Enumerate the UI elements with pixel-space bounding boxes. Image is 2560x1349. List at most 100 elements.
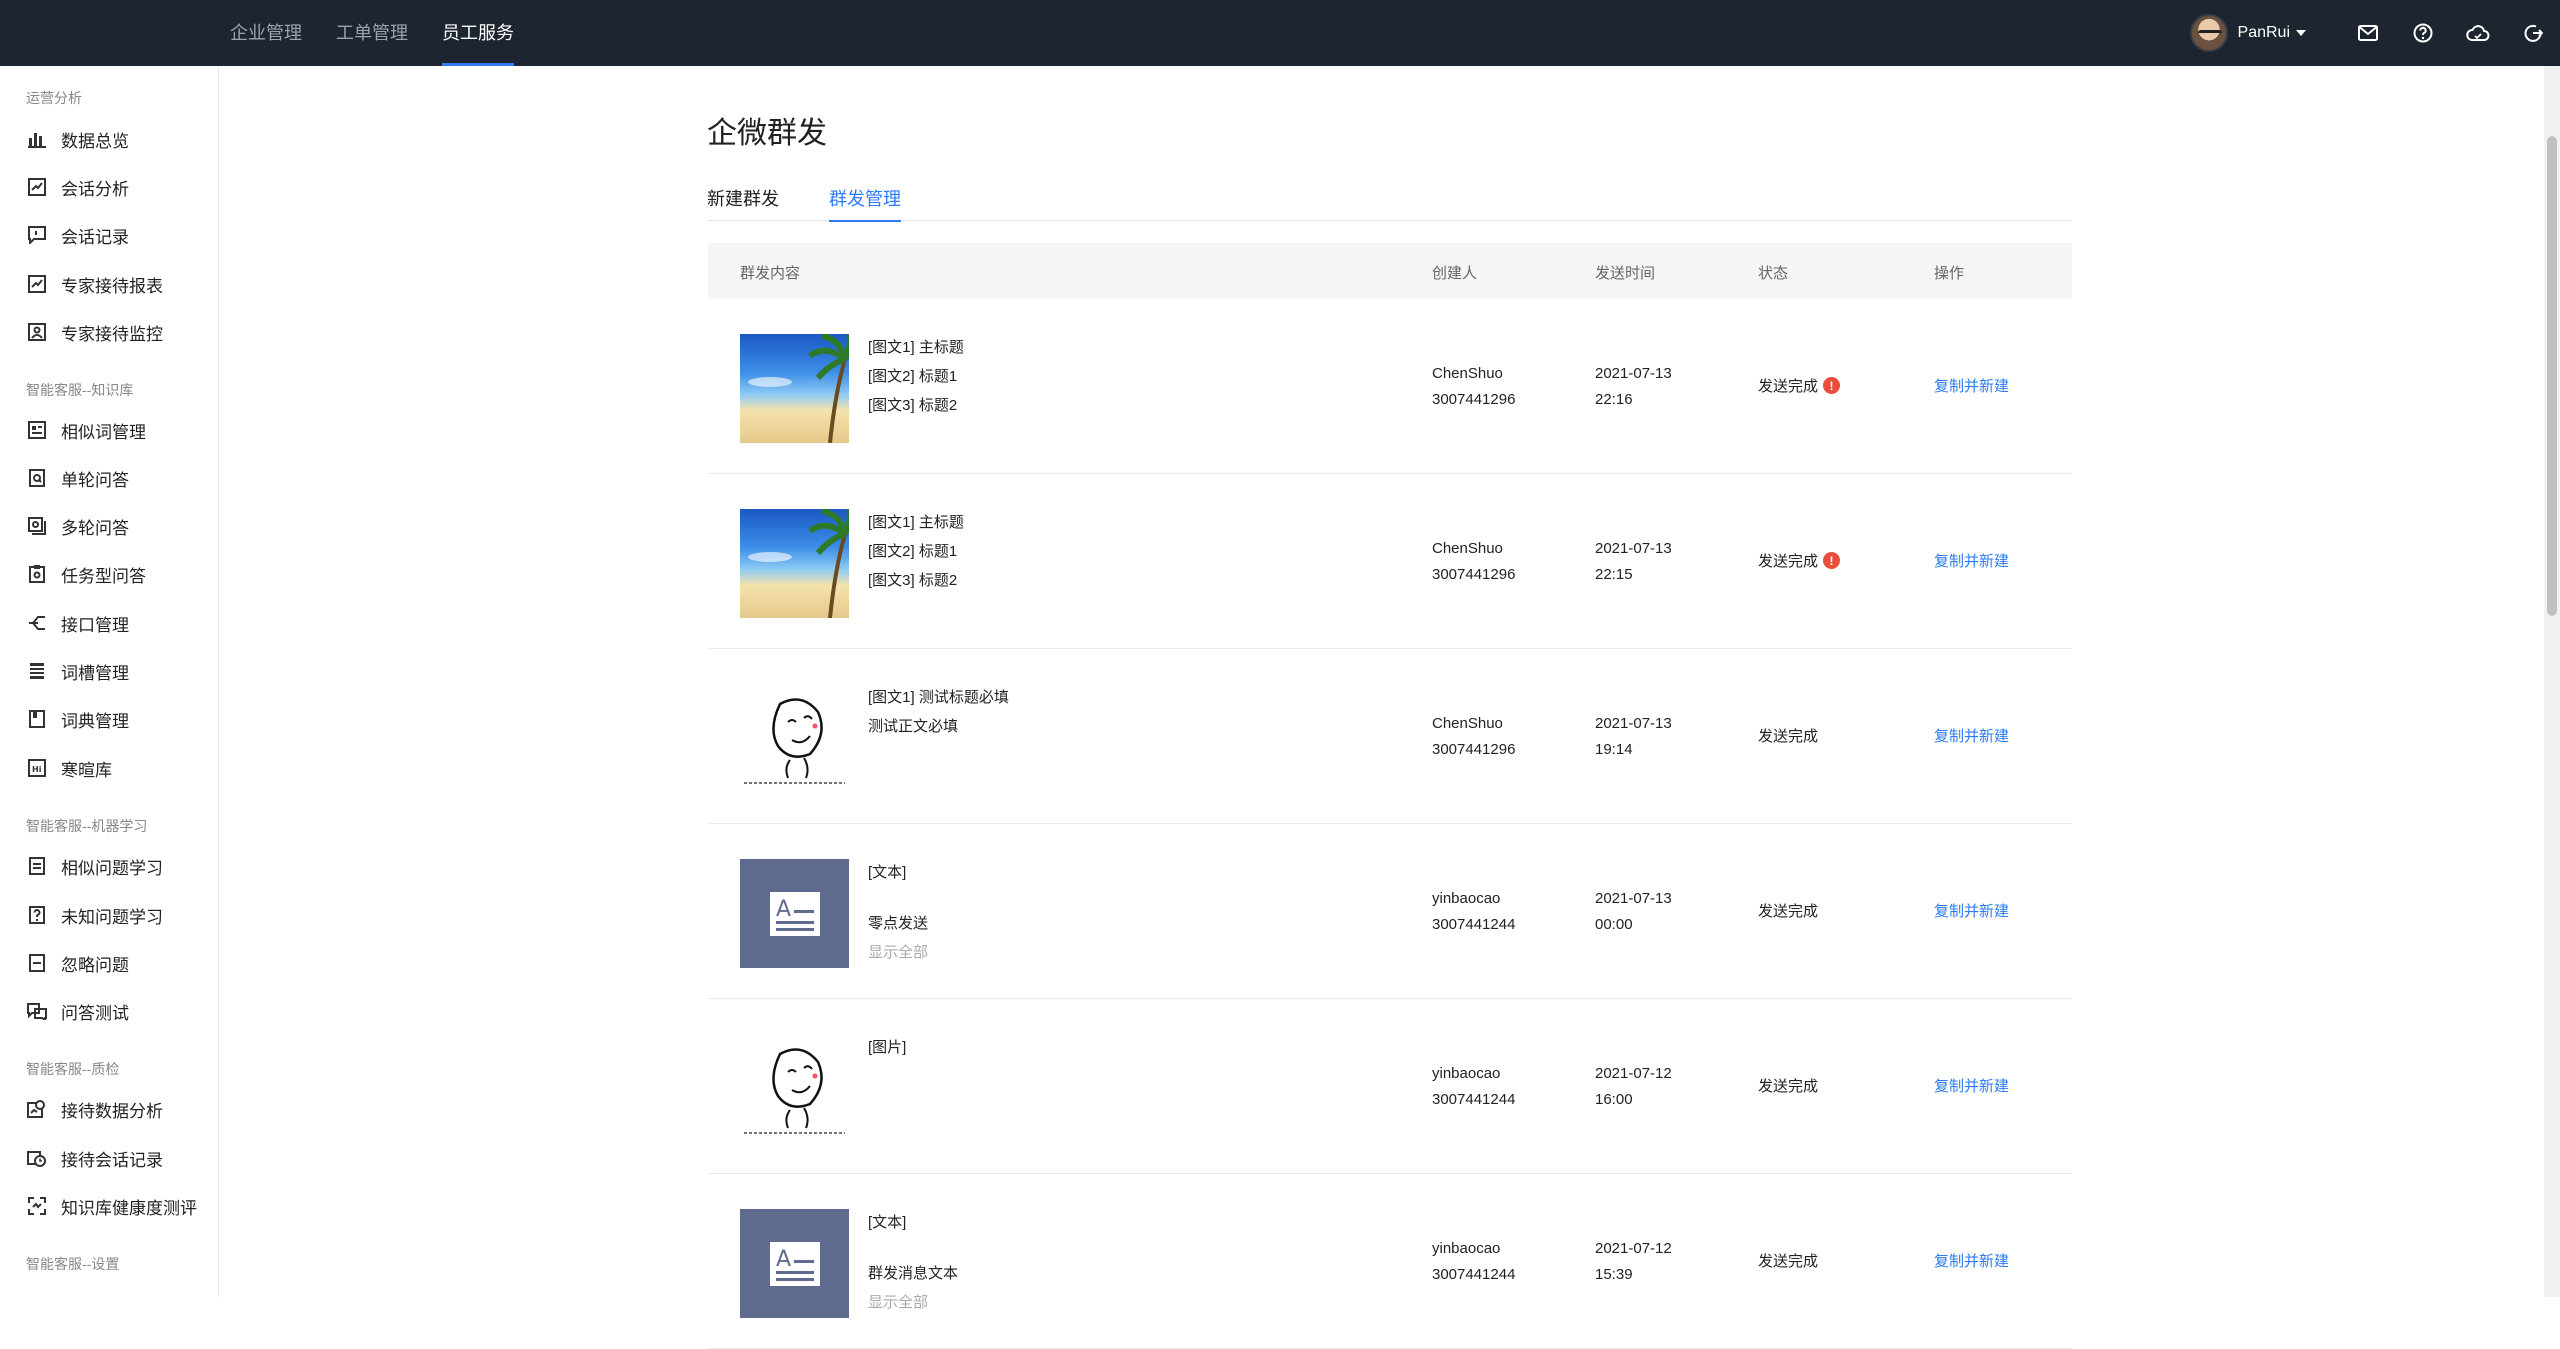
send-time: 22:16 xyxy=(1595,391,1633,408)
sidebar-item-qa-test[interactable]: 问答测试 xyxy=(0,991,218,1031)
top-right: PanRui xyxy=(2189,0,2560,66)
chevron-down-icon xyxy=(2296,30,2306,36)
tab-mass-send-management[interactable]: 群发管理 xyxy=(829,185,901,222)
creator-id: 3007441296 xyxy=(1432,391,1516,408)
copy-and-new-link[interactable]: 复制并新建 xyxy=(1934,375,2009,396)
copy-and-new-link[interactable]: 复制并新建 xyxy=(1934,900,2009,921)
sidebar-item-single-qa[interactable]: 单轮问答 xyxy=(0,458,218,498)
sidebar-item-similar-learning[interactable]: 相似问题学习 xyxy=(0,846,218,886)
sidebar-item-multi-qa[interactable]: 多轮问答 xyxy=(0,506,218,546)
status-text: 发送完成 xyxy=(1758,378,1819,395)
question-icon xyxy=(27,905,47,925)
sidebar-item-label: 接口管理 xyxy=(61,615,129,635)
creator-cell: yinbaocao 3007441244 xyxy=(1432,1236,1515,1288)
sidebar-item-reception-records[interactable]: 接待会话记录 xyxy=(0,1138,218,1178)
sidebar-item-task-qa[interactable]: 任务型问答 xyxy=(0,554,218,594)
sidebar-item-session-records[interactable]: 会话记录 xyxy=(0,215,218,255)
copy-and-new-link[interactable]: 复制并新建 xyxy=(1934,725,2009,746)
svg-text:Hi: Hi xyxy=(32,765,42,774)
header-creator: 创建人 xyxy=(1432,265,1478,282)
sidebar: 运营分析 数据总览 会话分析 会话记录 专家接待报表 专家接待监控 智能客服--… xyxy=(0,66,219,1297)
creator-name: yinbaocao xyxy=(1432,1240,1501,1257)
warning-icon[interactable]: ! xyxy=(1823,377,1841,394)
show-all-link[interactable]: 显示全部 xyxy=(868,938,928,967)
sidebar-item-similar-words[interactable]: 相似词管理 xyxy=(0,410,218,450)
sidebar-item-dictionary[interactable]: 词典管理 xyxy=(0,699,218,739)
content-lines: [图文1] 主标题 [图文2] 标题1 [图文3] 标题2 xyxy=(868,508,964,595)
creator-cell: yinbaocao 3007441244 xyxy=(1432,1061,1515,1113)
sidebar-item-label: 词典管理 xyxy=(61,711,129,731)
sidebar-item-ignored[interactable]: 忽略问题 xyxy=(0,943,218,983)
cloud-icon[interactable] xyxy=(2450,0,2505,66)
tab-new-mass-send[interactable]: 新建群发 xyxy=(707,185,779,221)
sidebar-item-unknown-learning[interactable]: 未知问题学习 xyxy=(0,895,218,935)
sidebar-item-label: 多轮问答 xyxy=(61,518,129,538)
sidebar-item-label: 未知问题学习 xyxy=(61,907,163,927)
content-lines: [图文1] 测试标题必填 测试正文必填 xyxy=(868,683,1009,741)
sidebar-item-kb-health[interactable]: 知识库健康度测评 xyxy=(0,1186,218,1226)
logout-icon[interactable] xyxy=(2505,0,2560,66)
status-cell: 发送完成 ! xyxy=(1758,550,1841,571)
sidebar-item-interface[interactable]: 接口管理 xyxy=(0,603,218,643)
sidebar-section-title: 智能客服--机器学习 xyxy=(26,818,148,834)
help-icon[interactable] xyxy=(2395,0,2450,66)
sidebar-item-label: 会话分析 xyxy=(61,179,129,199)
creator-cell: ChenShuo 3007441296 xyxy=(1432,711,1515,763)
user-menu[interactable]: PanRui xyxy=(2189,14,2306,52)
sidebar-item-label: 相似问题学习 xyxy=(61,858,163,878)
creator-name: yinbaocao xyxy=(1432,890,1501,907)
content-line: 群发消息文本 xyxy=(868,1265,959,1282)
send-time: 22:15 xyxy=(1595,566,1633,583)
nav-enterprise[interactable]: 企业管理 xyxy=(230,0,302,66)
beach-thumbnail xyxy=(740,334,849,443)
sidebar-item-slot[interactable]: 词槽管理 xyxy=(0,651,218,691)
creator-id: 3007441244 xyxy=(1432,1091,1516,1108)
scrollbar-thumb[interactable] xyxy=(2547,136,2557,616)
nav-workorder[interactable]: 工单管理 xyxy=(336,0,408,66)
content-line: [图文2] 标题1 xyxy=(868,368,958,385)
creator-name: ChenShuo xyxy=(1432,540,1503,557)
copy-and-new-link[interactable]: 复制并新建 xyxy=(1934,550,2009,571)
sidebar-section-title: 智能客服--知识库 xyxy=(26,382,134,398)
creator-cell: yinbaocao 3007441244 xyxy=(1432,886,1515,938)
show-all-link[interactable]: 显示全部 xyxy=(868,1288,958,1317)
tab-bar: 新建群发 群发管理 xyxy=(707,185,2072,222)
send-date: 2021-07-12 xyxy=(1595,1065,1672,1082)
send-date: 2021-07-13 xyxy=(1595,715,1672,732)
sidebar-item-label: 专家接待报表 xyxy=(61,276,163,296)
table-row: A [文本] 群发消息文本 显示全部 yinbaocao 3007441244 … xyxy=(708,1174,2072,1349)
sidebar-item-label: 忽略问题 xyxy=(61,955,129,975)
table-row: A [文本] 零点发送 显示全部 yinbaocao 3007441244 20… xyxy=(708,824,2072,999)
warning-icon[interactable]: ! xyxy=(1823,552,1841,569)
text-doc-thumbnail: A xyxy=(740,1209,849,1318)
send-time-cell: 2021-07-12 16:00 xyxy=(1595,1061,1672,1113)
nav-employee-service[interactable]: 员工服务 xyxy=(442,0,514,66)
sidebar-item-reception-analysis[interactable]: 接待数据分析 xyxy=(0,1089,218,1129)
sidebar-item-expert-report[interactable]: 专家接待报表 xyxy=(0,264,218,304)
copy-and-new-link[interactable]: 复制并新建 xyxy=(1934,1250,2009,1271)
meme-thumbnail xyxy=(740,684,849,793)
branch-icon xyxy=(27,613,47,633)
sidebar-item-data-overview[interactable]: 数据总览 xyxy=(0,119,218,159)
status-cell: 发送完成 ! xyxy=(1758,375,1841,396)
content-line: [文本] xyxy=(868,1214,907,1231)
content-line: 测试正文必填 xyxy=(868,718,959,735)
sidebar-item-label: 任务型问答 xyxy=(61,566,146,586)
sidebar-item-greeting[interactable]: Hi 寒暄库 xyxy=(0,748,218,788)
send-time-cell: 2021-07-13 19:14 xyxy=(1595,711,1672,763)
svg-text:A: A xyxy=(776,897,791,922)
copy-and-new-link[interactable]: 复制并新建 xyxy=(1934,1075,2009,1096)
content-lines: [文本] 零点发送 显示全部 xyxy=(868,858,928,967)
sidebar-item-label: 寒暄库 xyxy=(61,760,112,780)
sidebar-item-expert-monitor[interactable]: 专家接待监控 xyxy=(0,312,218,352)
bar-chart-icon xyxy=(27,129,47,149)
status-text: 发送完成 xyxy=(1758,553,1819,570)
mail-icon[interactable] xyxy=(2340,0,2395,66)
sidebar-item-session-analysis[interactable]: 会话分析 xyxy=(0,167,218,207)
send-time-cell: 2021-07-13 22:15 xyxy=(1595,536,1672,588)
sidebar-item-label: 知识库健康度测评 xyxy=(61,1198,197,1218)
scrollbar[interactable] xyxy=(2544,66,2560,1297)
send-time: 00:00 xyxy=(1595,916,1633,933)
sidebar-item-label: 单轮问答 xyxy=(61,470,129,490)
status-cell: 发送完成 xyxy=(1758,1075,1818,1096)
